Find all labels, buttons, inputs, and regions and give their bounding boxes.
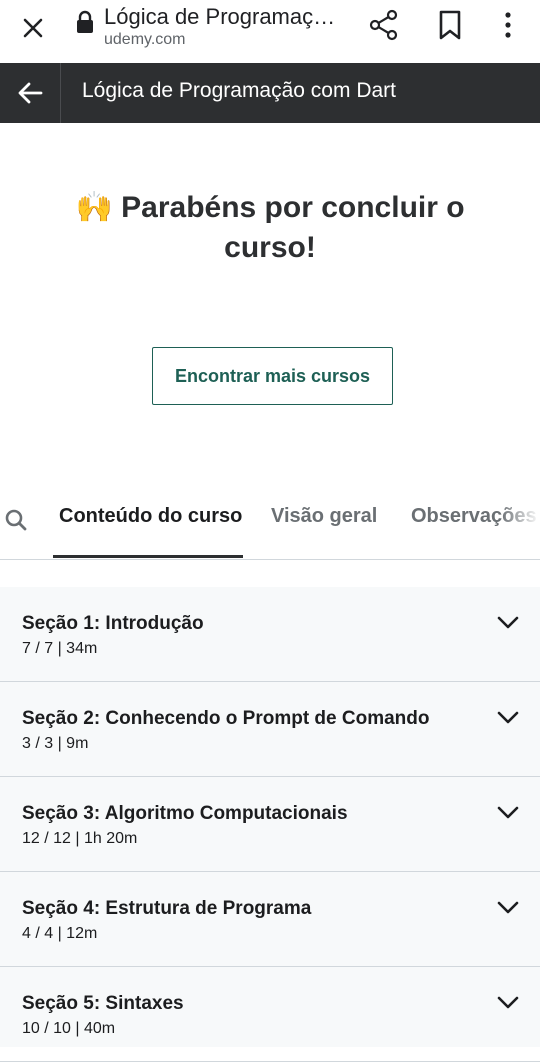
lock-icon [77,10,93,33]
course-tabs: Conteúdo do curso Visão geral Observaçõe… [0,487,540,560]
tab-overview[interactable]: Visão geral [271,505,377,528]
active-tab-indicator [53,555,243,558]
section-progress: 3 / 3 | 9m [22,735,89,752]
section-item[interactable]: Seção 5: Sintaxes 10 / 10 | 40m [0,967,540,1062]
arrow-left-icon [18,82,43,104]
find-more-courses-button[interactable]: Encontrar mais cursos [152,347,393,405]
section-item[interactable]: Seção 4: Estrutura de Programa 4 / 4 | 1… [0,872,540,967]
section-title: Seção 3: Algoritmo Computacionais [22,803,348,824]
page-domain[interactable]: udemy.com [104,31,186,49]
section-item[interactable]: Seção 2: Conhecendo o Prompt de Comando … [0,682,540,777]
course-header: Lógica de Programação com Dart [0,63,540,123]
chevron-down-icon [497,616,519,629]
close-icon[interactable] [18,13,48,43]
tab-fade-overlay [500,487,540,557]
chevron-down-icon [497,711,519,724]
raising-hands-emoji: 🙌 [75,191,113,224]
section-title: Seção 2: Conhecendo o Prompt de Comando [22,708,430,729]
section-item[interactable]: Seção 3: Algoritmo Computacionais 12 / 1… [0,777,540,872]
chevron-down-icon [497,806,519,819]
bookmark-icon[interactable] [436,9,464,41]
section-title: Seção 5: Sintaxes [22,993,184,1014]
course-sections-list: Seção 1: Introdução 7 / 7 | 34m Seção 2:… [0,587,540,1062]
more-options-icon[interactable] [496,10,520,40]
section-title: Seção 4: Estrutura de Programa [22,898,312,919]
browser-toolbar: Lógica de Programaç… udemy.com [0,0,540,63]
section-title: Seção 1: Introdução [22,613,204,634]
chevron-down-icon [497,901,519,914]
tab-course-content[interactable]: Conteúdo do curso [59,505,242,528]
share-icon[interactable] [368,9,400,41]
section-item[interactable]: Seção 1: Introdução 7 / 7 | 34m [0,587,540,682]
page-title[interactable]: Lógica de Programaç… [104,4,344,30]
course-title: Lógica de Programação com Dart [82,79,396,102]
back-button[interactable] [0,63,61,123]
chevron-down-icon [497,996,519,1009]
section-progress: 7 / 7 | 34m [22,640,98,657]
congrats-message: Parabéns por concluir o curso! [121,191,465,264]
congrats-heading: 🙌 Parabéns por concluir o curso! [40,188,500,268]
search-icon[interactable] [4,508,28,532]
section-progress: 4 / 4 | 12m [22,925,98,942]
section-progress: 10 / 10 | 40m [22,1020,116,1037]
section-progress: 12 / 12 | 1h 20m [22,830,138,847]
